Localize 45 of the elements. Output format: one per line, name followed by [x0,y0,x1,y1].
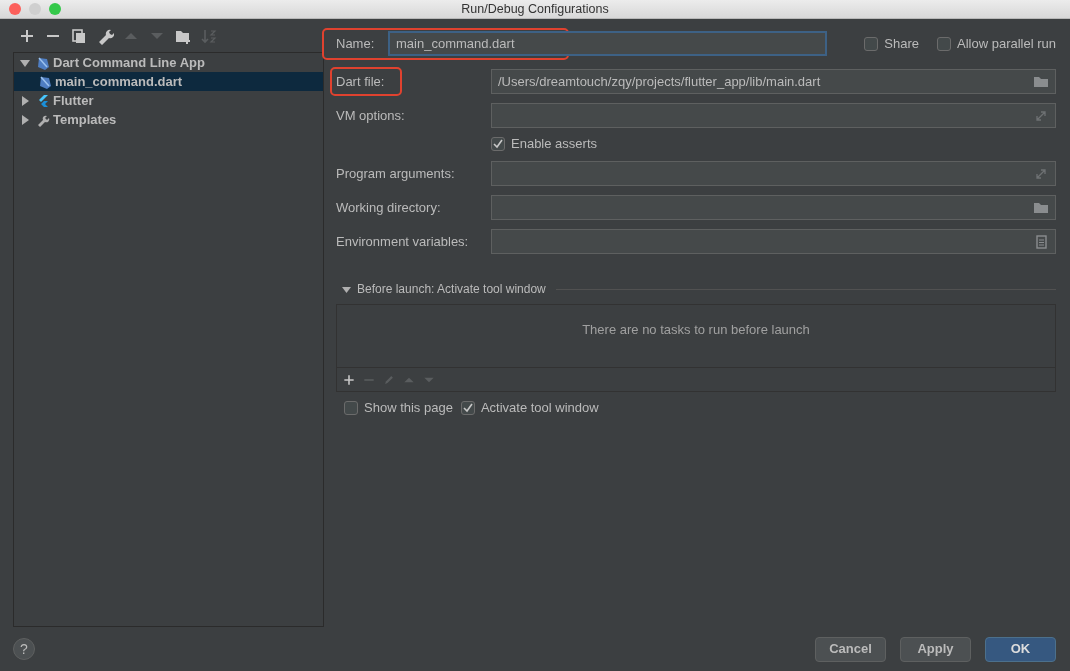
field-label: Dart file: [336,72,385,91]
input-field[interactable]: /Users/dreamtouch/zqy/projects/flutter_app/lib/main.dart [491,69,1056,94]
expanded-arrow-icon[interactable] [20,57,30,68]
input-field[interactable] [491,103,1056,128]
collapsed-arrow-icon[interactable] [20,114,30,125]
add-icon[interactable] [342,372,356,387]
field-label: VM options: [336,106,406,125]
zoom-icon[interactable] [49,3,61,15]
section-title: Before launch: Activate tool window [357,281,546,298]
checkbox-label: Enable asserts [511,135,597,154]
window-title: Run/Debug Configurations [461,2,609,16]
checkbox[interactable] [344,400,358,415]
field-label: Program arguments: [336,164,456,183]
copy-icon[interactable] [70,26,88,45]
tree-item[interactable]: Flutter [14,91,323,110]
field-label: Working directory: [336,198,442,217]
checkbox-label: Allow parallel run [957,34,1056,53]
tree-item[interactable]: Templates [14,110,323,129]
expanded-arrow-icon[interactable] [342,284,351,294]
collapsed-arrow-icon[interactable] [20,95,30,106]
field-label: Environment variables: [336,232,470,251]
dialog-button[interactable]: Apply [900,636,971,662]
checkbox[interactable] [460,400,475,415]
checkbox[interactable] [491,137,505,151]
input-field[interactable] [491,229,1056,254]
dart-icon [38,74,52,89]
tree-item[interactable]: Dart Command Line App [14,53,323,72]
help-button[interactable]: ? [13,638,35,660]
field-label: Name: [336,34,376,53]
checkbox[interactable] [864,36,879,51]
checkbox-label: Share [884,34,919,53]
dart-icon [36,55,50,70]
tree-item[interactable]: main_command.dart [14,72,323,91]
checkbox-label: Show this page [364,399,453,417]
input-field[interactable] [491,161,1056,186]
checkbox[interactable] [937,36,951,51]
close-icon[interactable] [9,3,21,15]
name-field[interactable]: main_command.dart [388,31,827,56]
dialog-button[interactable]: Cancel [815,636,886,662]
checkbox-label: Activate tool window [480,399,599,417]
ok-button[interactable]: OK [985,636,1056,662]
empty-message: There are no tasks to run before launch [582,321,810,339]
minimize-icon[interactable] [29,3,41,15]
input-field[interactable] [491,195,1056,220]
document-icon[interactable] [1033,233,1049,250]
